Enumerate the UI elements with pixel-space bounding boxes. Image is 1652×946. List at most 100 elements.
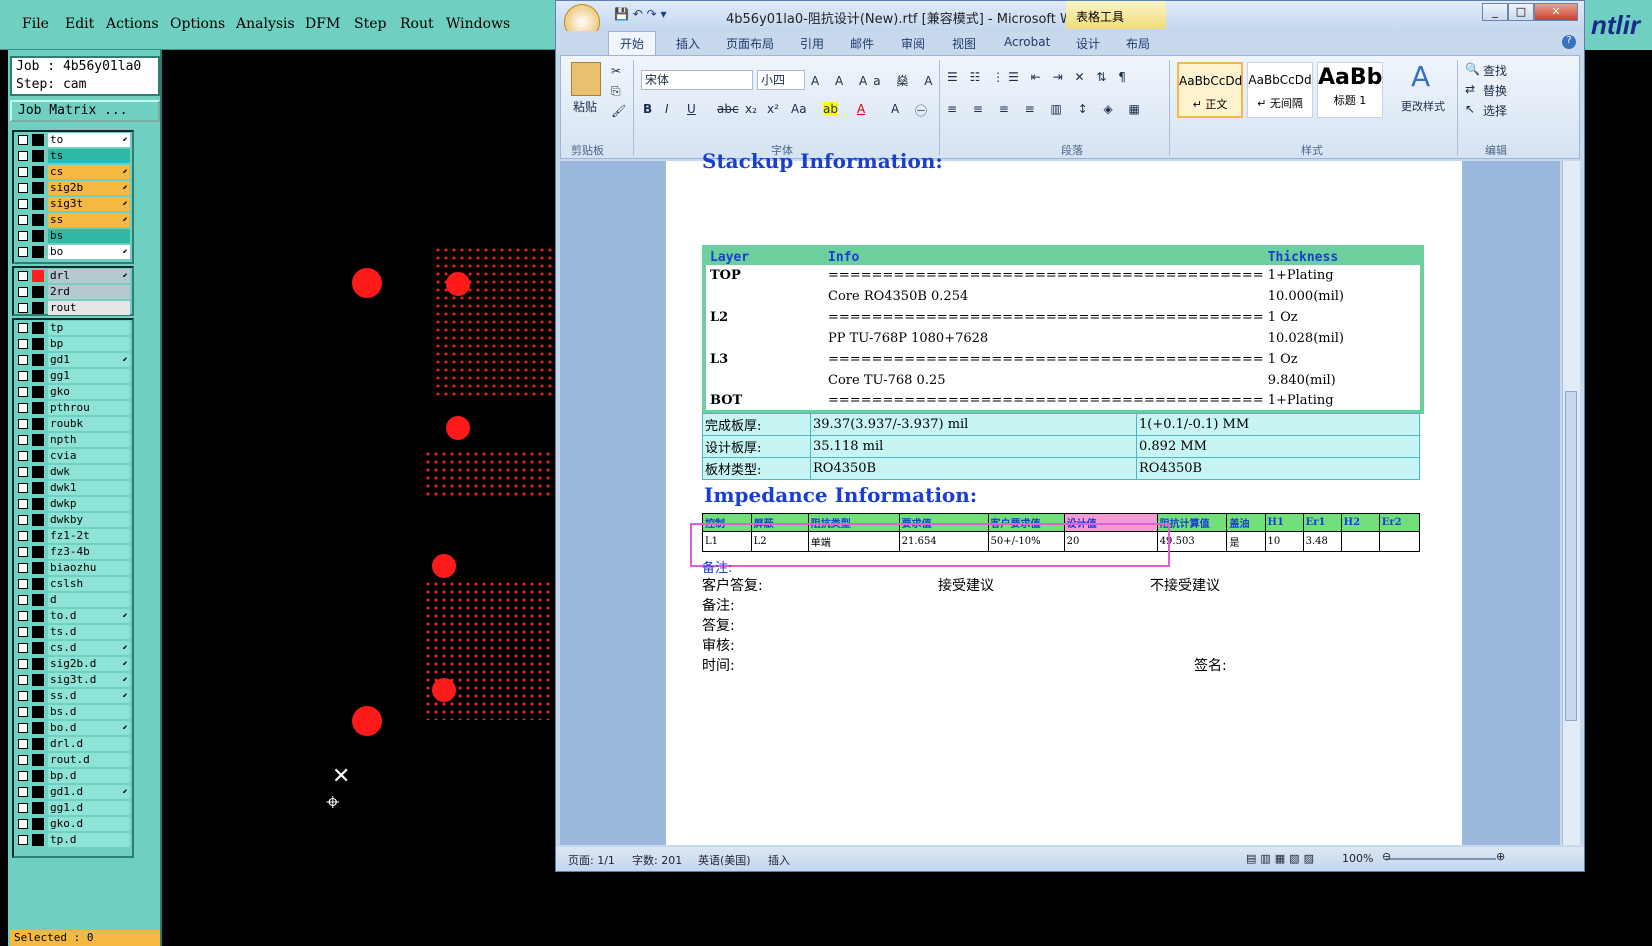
layer-color-swatch[interactable] xyxy=(32,514,44,526)
layer-row[interactable]: gd1.d ⬋ xyxy=(14,784,132,800)
close-button[interactable]: ✕ xyxy=(1534,3,1578,21)
layer-color-swatch[interactable] xyxy=(32,354,44,366)
layer-row[interactable]: drl ⬋ xyxy=(14,268,132,284)
layer-color-swatch[interactable] xyxy=(32,230,44,242)
layer-row[interactable]: sig2b.d ⬋ xyxy=(14,656,132,672)
layer-name[interactable]: npth xyxy=(48,433,130,447)
style-normal[interactable]: AaBbCcDd ↵ 正文 xyxy=(1177,62,1243,118)
layer-name[interactable]: cslsh xyxy=(48,577,130,591)
layer-row[interactable]: cs.d ⬋ xyxy=(14,640,132,656)
layer-checkbox[interactable] xyxy=(18,611,28,621)
layer-row[interactable]: gko.d xyxy=(14,816,132,832)
layer-checkbox[interactable] xyxy=(18,595,28,605)
layer-color-swatch[interactable] xyxy=(32,562,44,574)
layer-row[interactable]: dwk1 xyxy=(14,480,132,496)
menu-dfm[interactable]: DFM xyxy=(305,16,340,32)
status-language[interactable]: 英语(美国) xyxy=(698,852,751,868)
layer-checkbox[interactable] xyxy=(18,675,28,685)
menu-rout[interactable]: Rout xyxy=(400,16,434,32)
layer-name[interactable]: gd1.d ⬋ xyxy=(48,785,130,799)
layer-checkbox[interactable] xyxy=(18,451,28,461)
quick-access-toolbar-icon[interactable]: 💾 ↶ ↷ ▾ xyxy=(614,7,667,21)
layer-checkbox[interactable] xyxy=(18,419,28,429)
layer-name[interactable]: sig2b.d ⬋ xyxy=(48,657,130,671)
layer-name[interactable]: sig3t.d ⬋ xyxy=(48,673,130,687)
layer-name[interactable]: dwk xyxy=(48,465,130,479)
layer-checkbox[interactable] xyxy=(18,135,28,145)
menu-options[interactable]: Options xyxy=(170,16,225,32)
layer-row[interactable]: rout xyxy=(14,300,132,316)
layer-row[interactable]: d xyxy=(14,592,132,608)
select-icon[interactable]: ↖ xyxy=(1465,102,1475,116)
layer-row[interactable]: gko xyxy=(14,384,132,400)
layer-name[interactable]: ss ⬋ xyxy=(48,213,130,227)
layer-row[interactable]: to ⬋ xyxy=(14,132,132,148)
layer-row[interactable]: cslsh xyxy=(14,576,132,592)
layer-color-swatch[interactable] xyxy=(32,134,44,146)
layer-name[interactable]: fz3-4b xyxy=(48,545,130,559)
layer-row[interactable]: sig3t ⬋ xyxy=(14,196,132,212)
status-page[interactable]: 页面: 1/1 xyxy=(568,852,615,868)
layer-row[interactable]: ss ⬋ xyxy=(14,212,132,228)
layer-name[interactable]: bs xyxy=(48,229,130,243)
layer-color-swatch[interactable] xyxy=(32,338,44,350)
layer-color-swatch[interactable] xyxy=(32,270,44,282)
layer-name[interactable]: to.d ⬋ xyxy=(48,609,130,623)
font-color-icon[interactable]: A xyxy=(857,102,865,116)
layer-checkbox[interactable] xyxy=(18,563,28,573)
tab-acrobat[interactable]: Acrobat xyxy=(1004,35,1050,49)
layer-color-swatch[interactable] xyxy=(32,214,44,226)
layer-row[interactable]: gg1 xyxy=(14,368,132,384)
layer-row[interactable]: cs ⬋ xyxy=(14,164,132,180)
layer-row[interactable]: dwkby xyxy=(14,512,132,528)
layer-color-swatch[interactable] xyxy=(32,722,44,734)
font-size-select[interactable]: 小四 xyxy=(757,70,805,90)
layer-color-swatch[interactable] xyxy=(32,738,44,750)
tab-view[interactable]: 视图 xyxy=(952,35,976,52)
style-no-spacing[interactable]: AaBbCcDd ↵ 无间隔 xyxy=(1247,62,1313,118)
layer-checkbox[interactable] xyxy=(18,547,28,557)
layer-name[interactable]: gd1 ⬋ xyxy=(48,353,130,367)
layer-name[interactable]: cvia xyxy=(48,449,130,463)
tab-review[interactable]: 审阅 xyxy=(901,35,925,52)
find-button[interactable]: 查找 xyxy=(1483,62,1507,79)
job-matrix-button[interactable]: Job Matrix ... xyxy=(10,100,160,122)
zoom-out-icon[interactable]: ⊖ xyxy=(1382,850,1391,863)
subscript-icon[interactable]: x₂ xyxy=(745,102,757,116)
tab-insert[interactable]: 插入 xyxy=(676,35,700,52)
menu-actions[interactable]: Actions xyxy=(106,16,159,32)
layer-color-swatch[interactable] xyxy=(32,802,44,814)
layer-row[interactable]: bp.d xyxy=(14,768,132,784)
align-icons[interactable]: ≡ ≡ ≡ ≡ ▥ ↕ ◈ ▦ xyxy=(947,102,1146,116)
layer-checkbox[interactable] xyxy=(18,467,28,477)
layer-row[interactable]: cvia xyxy=(14,448,132,464)
layer-name[interactable]: bo.d ⬋ xyxy=(48,721,130,735)
layer-color-swatch[interactable] xyxy=(32,594,44,606)
grow-shrink-font-icon[interactable]: A A Aa 燊 A xyxy=(811,72,938,89)
layer-name[interactable]: bp.d xyxy=(48,769,130,783)
layer-name[interactable]: d xyxy=(48,593,130,607)
layer-row[interactable]: sig3t.d ⬋ xyxy=(14,672,132,688)
layer-name[interactable]: sig3t ⬋ xyxy=(48,197,130,211)
layer-checkbox[interactable] xyxy=(18,723,28,733)
tab-home[interactable]: 开始 xyxy=(620,35,644,52)
layer-checkbox[interactable] xyxy=(18,303,28,313)
layer-row[interactable]: bs xyxy=(14,228,132,244)
layer-row[interactable]: 2rd xyxy=(14,284,132,300)
layer-name[interactable]: tp xyxy=(48,321,130,335)
layer-name[interactable]: gg1 xyxy=(48,369,130,383)
italic-icon[interactable]: I xyxy=(665,102,669,116)
layer-name[interactable]: tp.d xyxy=(48,833,130,847)
superscript-icon[interactable]: x² xyxy=(767,102,779,116)
layer-row[interactable]: bp xyxy=(14,336,132,352)
layer-name[interactable]: roubk xyxy=(48,417,130,431)
layer-checkbox[interactable] xyxy=(18,287,28,297)
layer-checkbox[interactable] xyxy=(18,387,28,397)
layer-checkbox[interactable] xyxy=(18,167,28,177)
layer-checkbox[interactable] xyxy=(18,659,28,669)
menu-analysis[interactable]: Analysis xyxy=(236,16,295,32)
layer-checkbox[interactable] xyxy=(18,627,28,637)
layer-row[interactable]: fz1-2t xyxy=(14,528,132,544)
layer-checkbox[interactable] xyxy=(18,755,28,765)
layer-row[interactable]: dwkp xyxy=(14,496,132,512)
